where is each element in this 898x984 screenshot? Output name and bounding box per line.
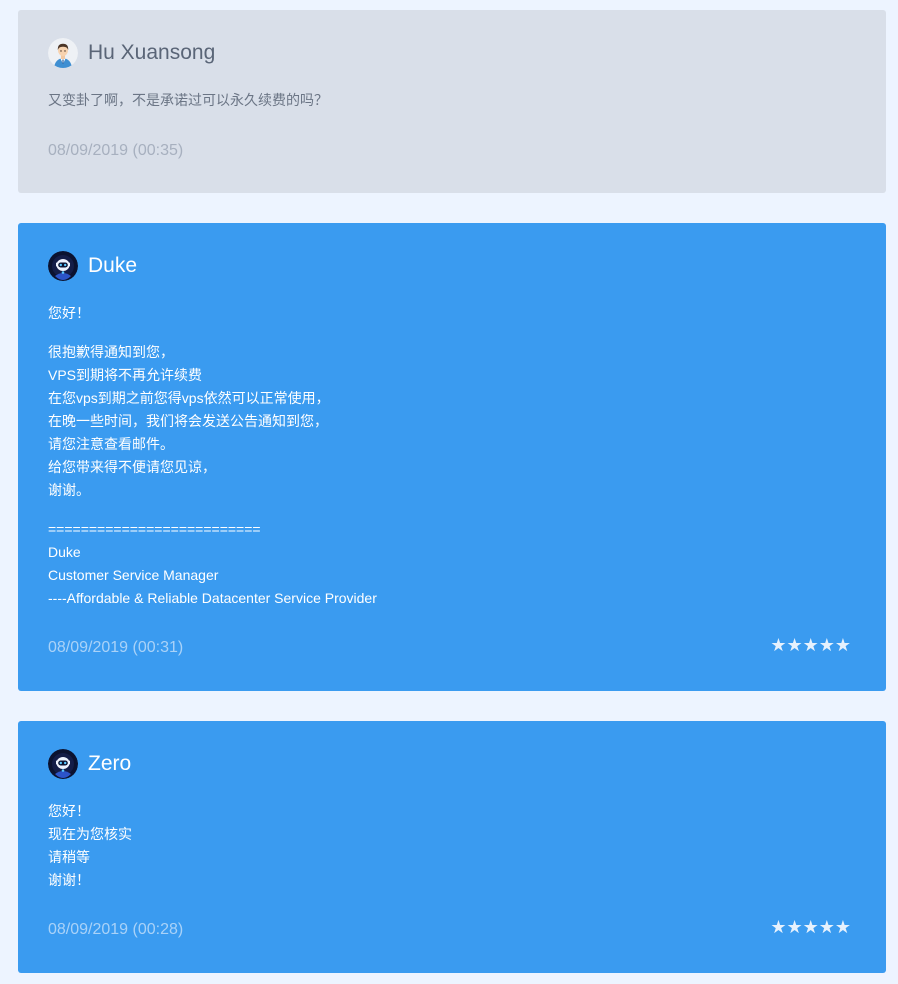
reply-paragraph: 很抱歉得通知到您， VPS到期将不再允许续费 在您vps到期之前您得vps依然可… xyxy=(48,341,377,502)
signature-divider: ========================== xyxy=(48,521,261,537)
signature-name: Duke xyxy=(48,544,81,560)
ticket-reply-staff: Zero 您好！ 现在为您核实 请稍等 谢谢！ 08/09/2019 (00:2… xyxy=(18,721,886,973)
author-name: Hu Xuansong xyxy=(88,41,216,64)
signature-title: Customer Service Manager xyxy=(48,567,219,583)
robot-avatar-icon xyxy=(48,251,78,281)
reply-paragraph: 您好！ xyxy=(48,302,377,325)
rating-stars[interactable]: ★★★★★ xyxy=(770,917,851,937)
reply-text-line: 谢谢。 xyxy=(48,482,90,498)
reply-timestamp: 08/09/2019 (00:31) xyxy=(48,639,184,656)
reply-body: 您好！ 现在为您核实 请稍等 谢谢！ xyxy=(48,800,132,892)
reply-text-line: 现在为您核实 xyxy=(48,826,132,842)
reply-body: 您好！ 很抱歉得通知到您， VPS到期将不再允许续费 在您vps到期之前您得vp… xyxy=(48,302,377,610)
signature-tagline: ----Affordable & Reliable Datacenter Ser… xyxy=(48,590,377,606)
user-avatar-icon xyxy=(48,38,78,68)
reply-text-line: 您好！ xyxy=(48,803,90,819)
reply-header: Duke xyxy=(48,251,137,281)
signature: ========================== Duke Customer… xyxy=(48,518,377,610)
reply-text-line: 又变卦了啊，不是承诺过可以永久续费的吗？ xyxy=(48,92,328,108)
reply-timestamp: 08/09/2019 (00:28) xyxy=(48,921,184,938)
ticket-reply-customer: Hu Xuansong 又变卦了啊，不是承诺过可以永久续费的吗？ 08/09/2… xyxy=(18,10,886,193)
reply-text-line: 在您vps到期之前您得vps依然可以正常使用， xyxy=(48,390,330,406)
reply-paragraph: 又变卦了啊，不是承诺过可以永久续费的吗？ xyxy=(48,89,328,112)
robot-avatar-icon xyxy=(48,749,78,779)
reply-text-line: 您好！ xyxy=(48,305,90,321)
reply-body: 又变卦了啊，不是承诺过可以永久续费的吗？ xyxy=(48,89,328,112)
reply-text-line: 很抱歉得通知到您， xyxy=(48,344,174,360)
author-name: Duke xyxy=(88,254,138,277)
reply-text-line: 在晚一些时间，我们将会发送公告通知到您， xyxy=(48,413,328,429)
reply-header: Hu Xuansong xyxy=(48,38,215,68)
reply-text-line: 谢谢！ xyxy=(48,872,90,888)
reply-text-line: 给您带来得不便请您见谅， xyxy=(48,459,216,475)
reply-text-line: 请您注意查看邮件。 xyxy=(48,436,174,452)
rating-stars[interactable]: ★★★★★ xyxy=(770,635,851,655)
ticket-reply-staff: Duke 您好！ 很抱歉得通知到您， VPS到期将不再允许续费 在您vps到期之… xyxy=(18,223,886,691)
reply-paragraph: 您好！ 现在为您核实 请稍等 谢谢！ xyxy=(48,800,132,892)
reply-timestamp: 08/09/2019 (00:35) xyxy=(48,142,184,159)
author-name: Zero xyxy=(88,752,132,775)
reply-text-line: VPS到期将不再允许续费 xyxy=(48,367,203,383)
reply-text-line: 请稍等 xyxy=(48,849,90,865)
reply-header: Zero xyxy=(48,749,131,779)
